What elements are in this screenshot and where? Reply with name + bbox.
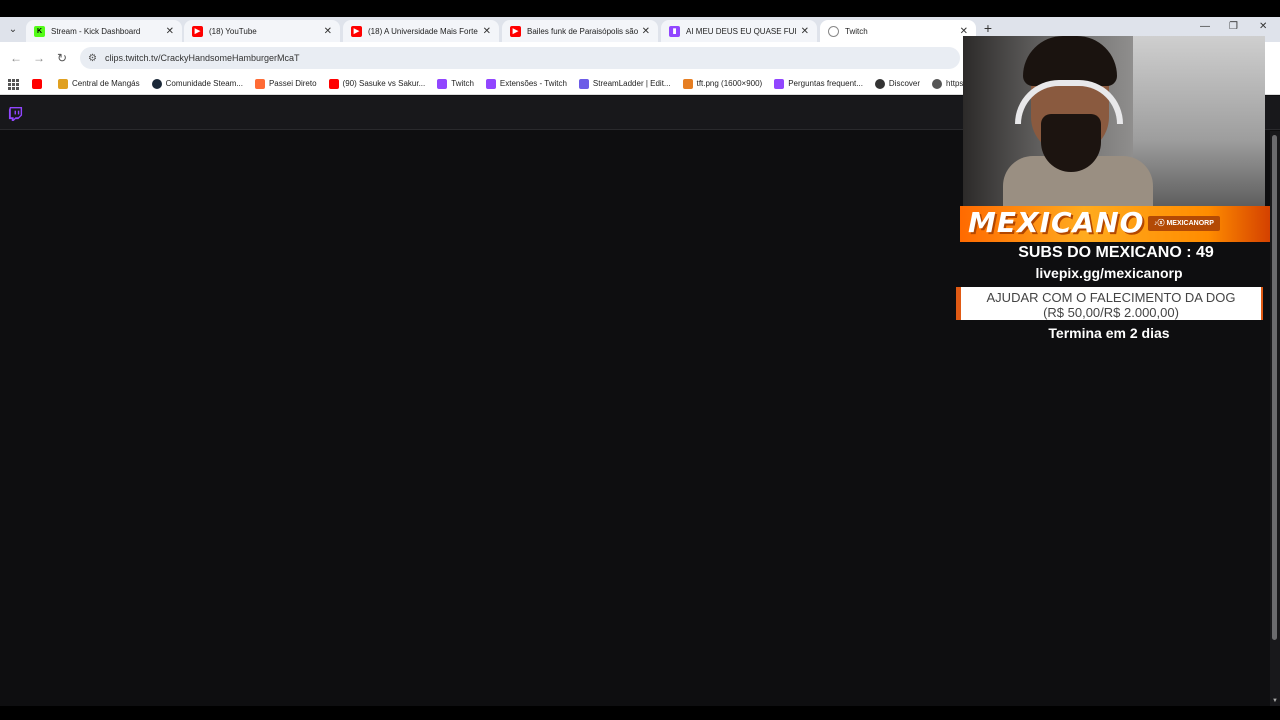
bookmark-sasuke[interactable]: (90) Sasuke vs Sakur... xyxy=(328,78,426,89)
youtube-icon: ▶ xyxy=(192,25,203,37)
youtube-icon: ▶ xyxy=(510,25,521,37)
streamer-hair xyxy=(1023,36,1117,86)
reload-icon[interactable]: ↻ xyxy=(57,51,67,65)
tab-title: Twitch xyxy=(845,26,868,36)
url-text: clips.twitch.tv/CrackyHandsomeHamburgerM… xyxy=(104,53,300,63)
bookmark-streamladder[interactable]: StreamLadder | Edit... xyxy=(578,78,671,89)
donation-goal: AJUDAR COM O FALECIMENTO DA DOG (R$ 50,0… xyxy=(956,287,1263,320)
passei-icon xyxy=(254,78,265,89)
bottom-black-bar xyxy=(0,706,1280,720)
tab-kick-dashboard[interactable]: K Stream - Kick Dashboard ✕ xyxy=(26,20,182,42)
image-icon xyxy=(682,78,693,89)
youtube-icon: ▶ xyxy=(351,25,362,37)
back-icon[interactable]: ← xyxy=(10,51,22,65)
bookmark-central-mangas[interactable]: Central de Mangás xyxy=(58,78,140,89)
bookmark-label: (90) Sasuke vs Sakur... xyxy=(342,79,426,88)
tab-title: AI MEU DEUS EU QUASE FUI... xyxy=(686,26,797,36)
twitch-icon: ▮ xyxy=(669,25,680,37)
kick-icon: K xyxy=(34,25,45,37)
bookmark-discover[interactable]: Discover xyxy=(874,78,921,89)
tab-bailes-funk[interactable]: ▶ Bailes funk de Paraisópolis são ✕ xyxy=(502,20,658,42)
twitch-icon xyxy=(437,78,448,89)
minimize-icon[interactable]: — xyxy=(1200,21,1210,32)
bookmark-label: Extensões - Twitch xyxy=(499,79,567,88)
bookmark-steam[interactable]: Comunidade Steam... xyxy=(151,78,243,89)
bookmark-label: Twitch xyxy=(451,79,474,88)
bookmark-label: Central de Mangás xyxy=(72,79,140,88)
url-input[interactable]: ⚙ clips.twitch.tv/CrackyHandsomeHamburge… xyxy=(80,47,960,69)
bookmark-label: Discover xyxy=(888,79,921,88)
tab-search-icon[interactable]: ⌄ xyxy=(6,23,20,37)
goal-progress: (R$ 50,00/R$ 2.000,00) xyxy=(1043,305,1179,320)
tab-universidade[interactable]: ▶ (18) A Universidade Mais Forte ✕ xyxy=(343,20,499,42)
close-icon[interactable]: ✕ xyxy=(166,26,174,37)
tab-ai-meu-deus[interactable]: ▮ AI MEU DEUS EU QUASE FUI... ✕ xyxy=(661,20,817,42)
close-icon[interactable]: ✕ xyxy=(801,26,809,37)
tab-title: (18) YouTube xyxy=(209,26,257,36)
bookmark-label: Perguntas frequent... xyxy=(788,79,863,88)
top-black-bar xyxy=(0,0,1280,17)
scroll-down-icon[interactable]: ▼ xyxy=(1272,698,1278,704)
banner-name: MEXICANO xyxy=(968,206,1145,239)
tab-twitch[interactable]: Twitch ✕ xyxy=(820,20,976,42)
bookmark-label: Passei Direto xyxy=(268,79,317,88)
livepix-link: livepix.gg/mexicanorp xyxy=(1035,265,1183,281)
discover-icon xyxy=(874,78,885,89)
close-icon[interactable]: ✕ xyxy=(960,26,968,37)
bookmark-label: Comunidade Steam... xyxy=(165,79,243,88)
twitch-logo-icon[interactable] xyxy=(8,106,23,121)
subs-counter: SUBS DO MEXICANO : 49 xyxy=(1018,244,1214,261)
twitch-icon xyxy=(485,78,496,89)
tab-title: Bailes funk de Paraisópolis são xyxy=(527,26,638,36)
new-tab-button[interactable]: + xyxy=(980,20,996,36)
bookmark-extensoes[interactable]: Extensões - Twitch xyxy=(485,78,567,89)
social-tag: ♪ⓧ MEXICANORP xyxy=(1148,216,1220,231)
bookmark-perguntas[interactable]: Perguntas frequent... xyxy=(774,78,863,89)
close-icon[interactable]: ✕ xyxy=(324,26,332,37)
globe-icon xyxy=(932,78,943,89)
close-icon[interactable]: ✕ xyxy=(642,26,650,37)
bookmark-passei-direto[interactable]: Passei Direto xyxy=(254,78,317,89)
tab-title: Stream - Kick Dashboard xyxy=(51,26,141,36)
stream-overlay: MEXICANO ♪ⓧ MEXICANORP SUBS DO MEXICANO … xyxy=(956,36,1276,356)
twitch-icon xyxy=(774,78,785,89)
bookmark-label: tft.png (1600×900) xyxy=(696,79,763,88)
manga-icon xyxy=(58,78,68,89)
streamladder-icon xyxy=(578,78,589,89)
youtube-icon xyxy=(328,78,339,89)
bookmark-tft[interactable]: tft.png (1600×900) xyxy=(682,78,763,89)
goal-title: AJUDAR COM O FALECIMENTO DA DOG xyxy=(986,290,1236,305)
forward-icon[interactable]: → xyxy=(33,51,45,65)
tab-title: (18) A Universidade Mais Forte xyxy=(368,26,478,36)
goal-ends: Termina em 2 dias xyxy=(1048,325,1170,341)
close-icon[interactable]: ✕ xyxy=(483,26,491,37)
youtube-icon xyxy=(32,78,42,89)
bookmark-youtube[interactable] xyxy=(32,78,46,89)
bookmark-label: StreamLadder | Edit... xyxy=(592,79,671,88)
bookmark-twitch[interactable]: Twitch xyxy=(437,78,474,89)
site-info-icon[interactable]: ⚙ xyxy=(88,53,97,64)
webcam-feed xyxy=(963,36,1265,208)
window-close-icon[interactable]: ✕ xyxy=(1259,21,1267,32)
loading-icon xyxy=(828,25,839,37)
tab-youtube[interactable]: ▶ (18) YouTube ✕ xyxy=(184,20,340,42)
restore-icon[interactable]: ❐ xyxy=(1229,21,1238,32)
apps-icon[interactable] xyxy=(8,78,19,90)
steam-icon xyxy=(151,78,162,89)
